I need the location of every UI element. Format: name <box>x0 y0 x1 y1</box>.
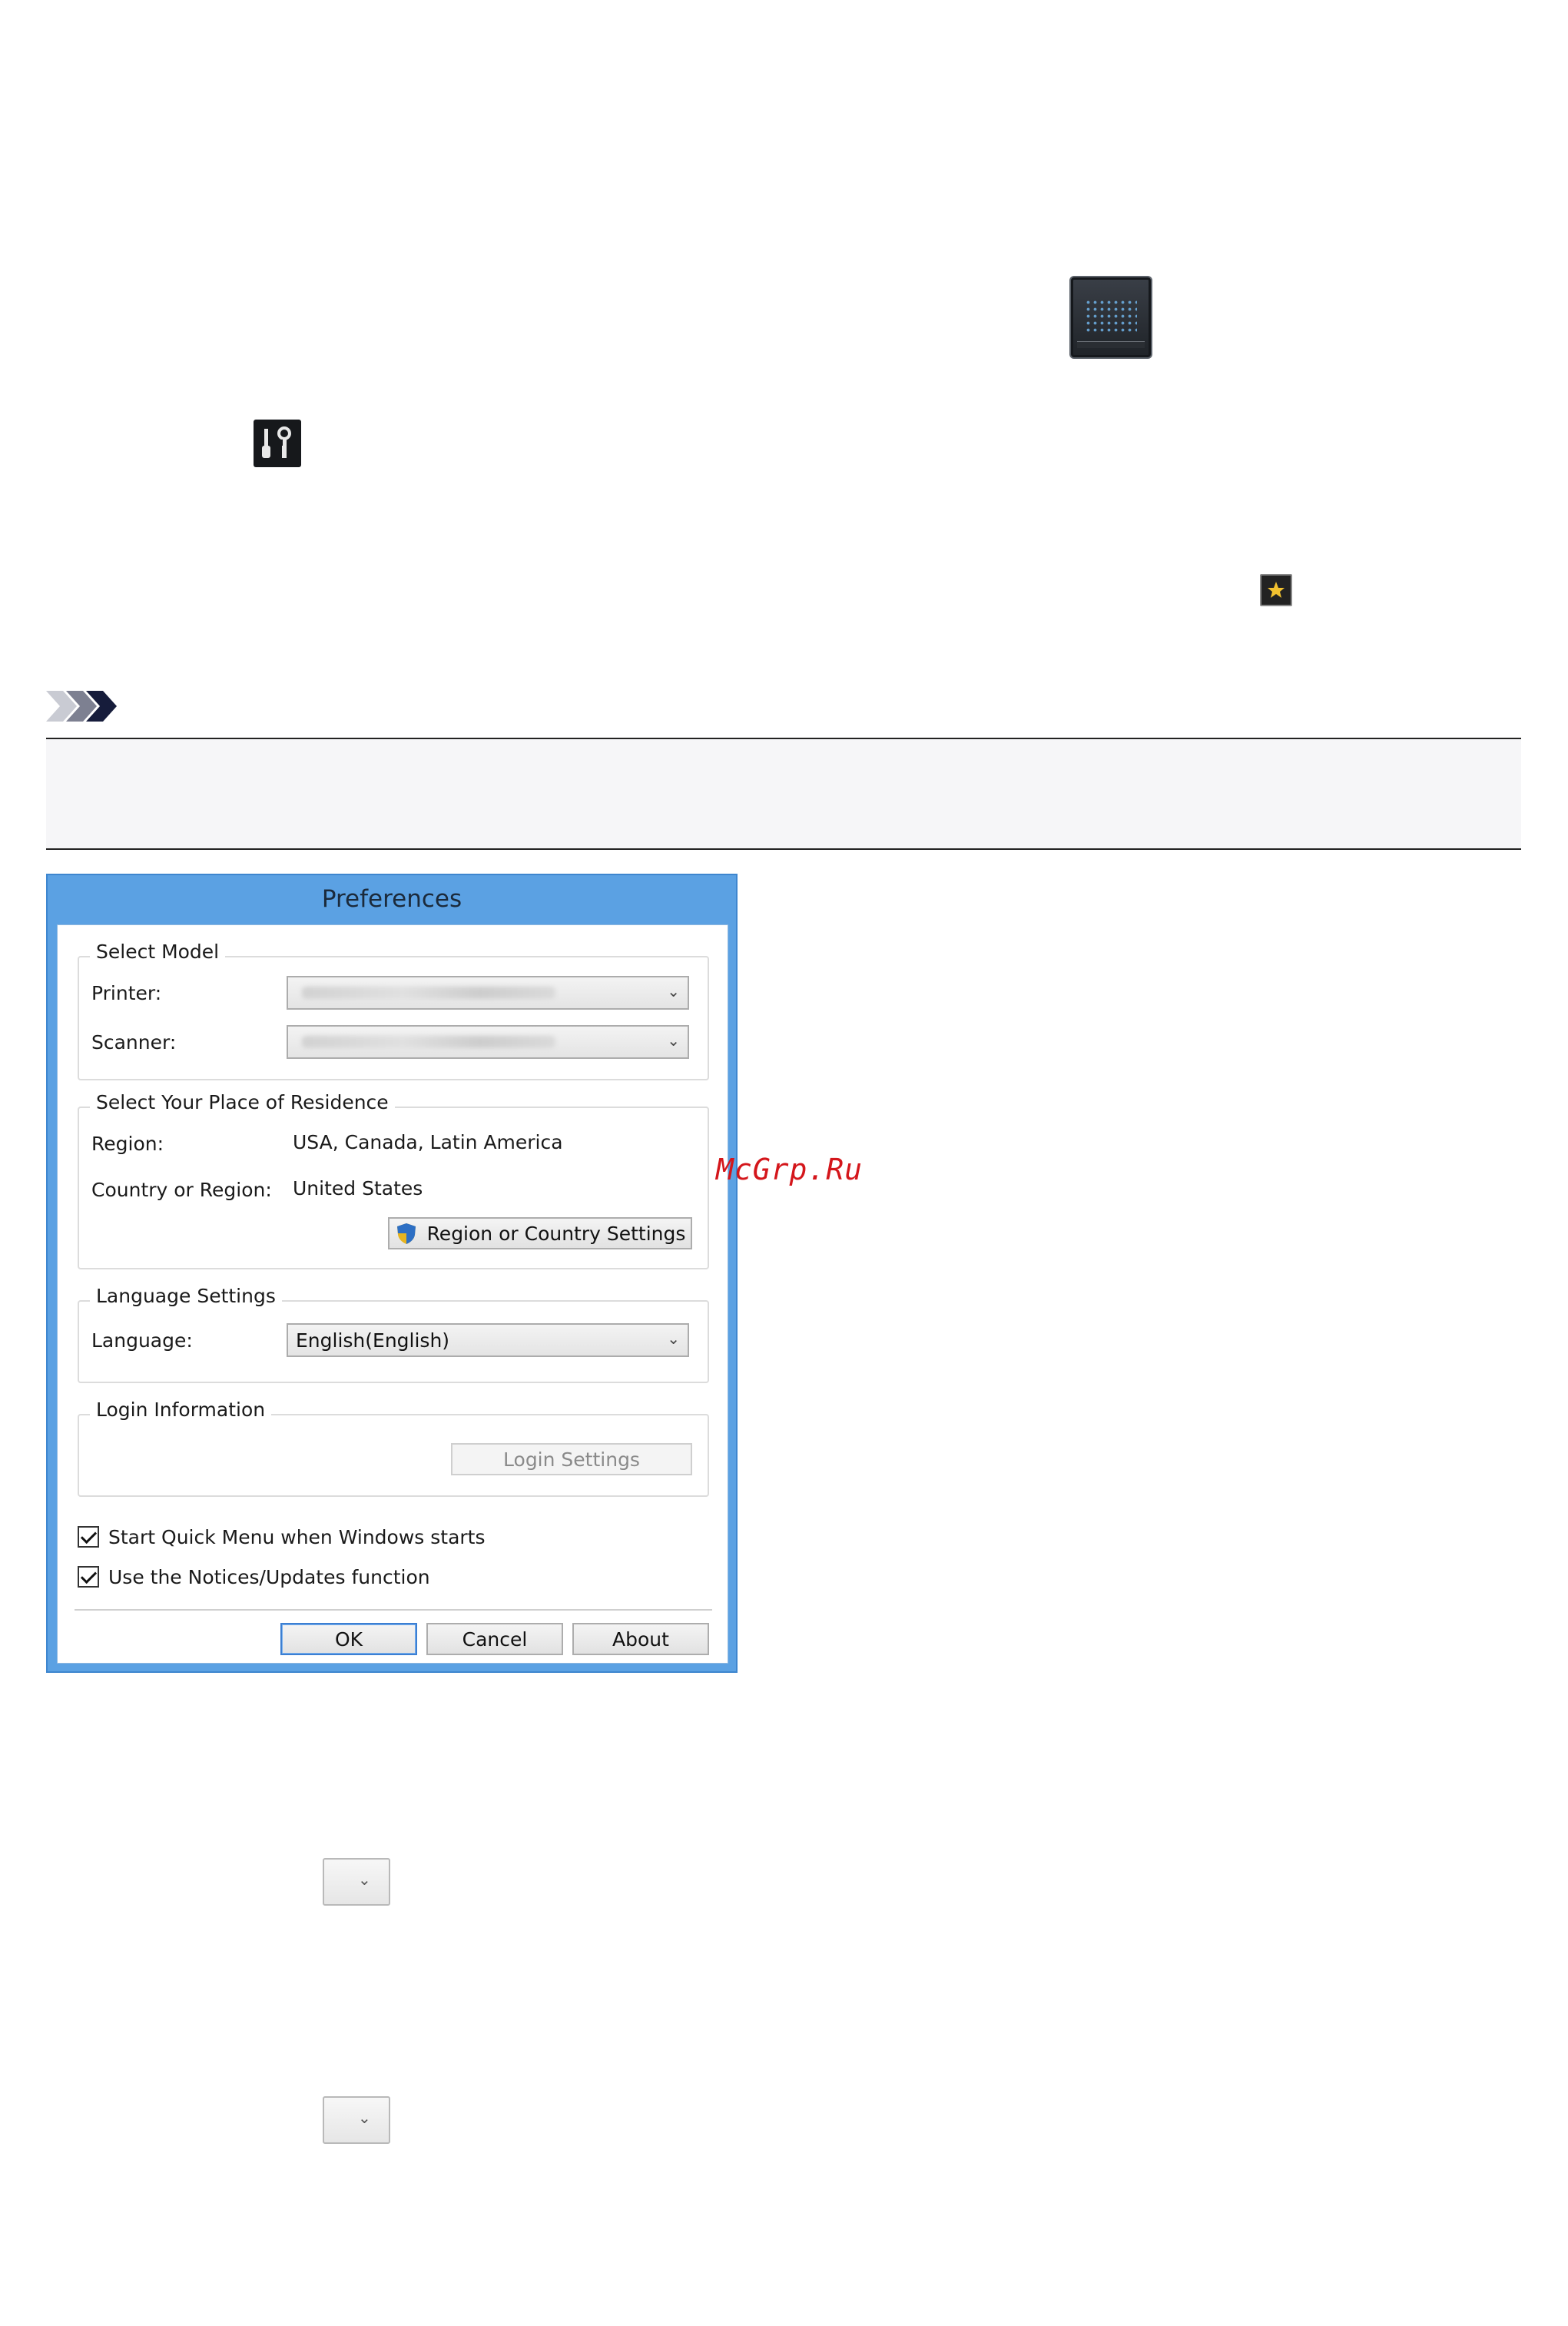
region-value: USA, Canada, Latin America <box>293 1131 563 1153</box>
chevron-down-icon: ⌄ <box>667 1031 680 1050</box>
scanner-value-blurred <box>302 1036 555 1048</box>
scanner-label: Scanner: <box>91 1031 177 1054</box>
language-label: Language: <box>91 1329 193 1352</box>
quick-menu-icon <box>1069 276 1152 359</box>
quick-menu-icon-base <box>1077 341 1145 348</box>
printer-value-blurred <box>302 987 555 999</box>
login-settings-button[interactable]: Login Settings <box>451 1443 692 1475</box>
scanner-select[interactable]: ⌄ <box>287 1025 689 1059</box>
favorite-icon <box>1260 574 1292 606</box>
ok-button[interactable]: OK <box>280 1623 417 1655</box>
preferences-dialog: Preferences Select Model Printer: ⌄ Scan… <box>46 874 738 1673</box>
notices-updates-label: Use the Notices/Updates function <box>108 1566 430 1588</box>
country-value: United States <box>293 1177 423 1199</box>
residence-legend: Select Your Place of Residence <box>90 1091 395 1113</box>
shield-icon <box>396 1223 416 1244</box>
language-select[interactable]: English(English) ⌄ <box>287 1323 689 1357</box>
chevron-down-icon: ⌄ <box>667 982 680 1000</box>
dialog-body: Select Model Printer: ⌄ Scanner: ⌄ Selec… <box>57 924 728 1664</box>
chevron-down-icon: ⌄ <box>358 2109 371 2127</box>
note-icon <box>46 689 123 723</box>
dialog-title: Preferences <box>321 885 462 913</box>
note-box <box>46 739 1521 848</box>
note-rule-bottom <box>46 848 1521 850</box>
region-country-settings-button[interactable]: Region or Country Settings <box>388 1217 692 1249</box>
printer-label: Printer: <box>91 982 162 1004</box>
button-separator <box>75 1609 712 1611</box>
region-country-settings-label: Region or Country Settings <box>426 1222 686 1245</box>
cancel-button[interactable]: Cancel <box>426 1623 563 1655</box>
login-group: Login Information Login Settings <box>78 1399 709 1497</box>
start-quick-menu-checkbox[interactable] <box>78 1526 99 1548</box>
login-legend: Login Information <box>90 1399 272 1421</box>
tools-icon <box>254 420 301 467</box>
language-group: Language Settings Language: English(Engl… <box>78 1285 709 1383</box>
dropdown-icon: ⌄ <box>323 2096 390 2144</box>
notices-updates-checkbox[interactable] <box>78 1566 99 1588</box>
chevron-down-icon: ⌄ <box>358 1870 371 1889</box>
tools-icon-graphic <box>262 426 291 458</box>
watermark: McGrp.Ru <box>716 1153 864 1186</box>
language-legend: Language Settings <box>90 1285 282 1307</box>
about-button[interactable]: About <box>572 1623 709 1655</box>
country-label: Country or Region: <box>91 1179 272 1201</box>
note-chevrons <box>46 691 117 722</box>
quick-menu-icon-grid <box>1085 299 1137 334</box>
dropdown-icon: ⌄ <box>323 1858 390 1906</box>
language-value: English(English) <box>296 1329 450 1352</box>
favorite-icon-graphic <box>1268 582 1285 598</box>
residence-group: Select Your Place of Residence Region: U… <box>78 1091 709 1269</box>
start-quick-menu-label: Start Quick Menu when Windows starts <box>108 1526 486 1548</box>
printer-select[interactable]: ⌄ <box>287 976 689 1010</box>
select-model-legend: Select Model <box>90 941 226 963</box>
select-model-group: Select Model Printer: ⌄ Scanner: ⌄ <box>78 941 709 1080</box>
region-label: Region: <box>91 1133 164 1155</box>
chevron-down-icon: ⌄ <box>667 1329 680 1348</box>
